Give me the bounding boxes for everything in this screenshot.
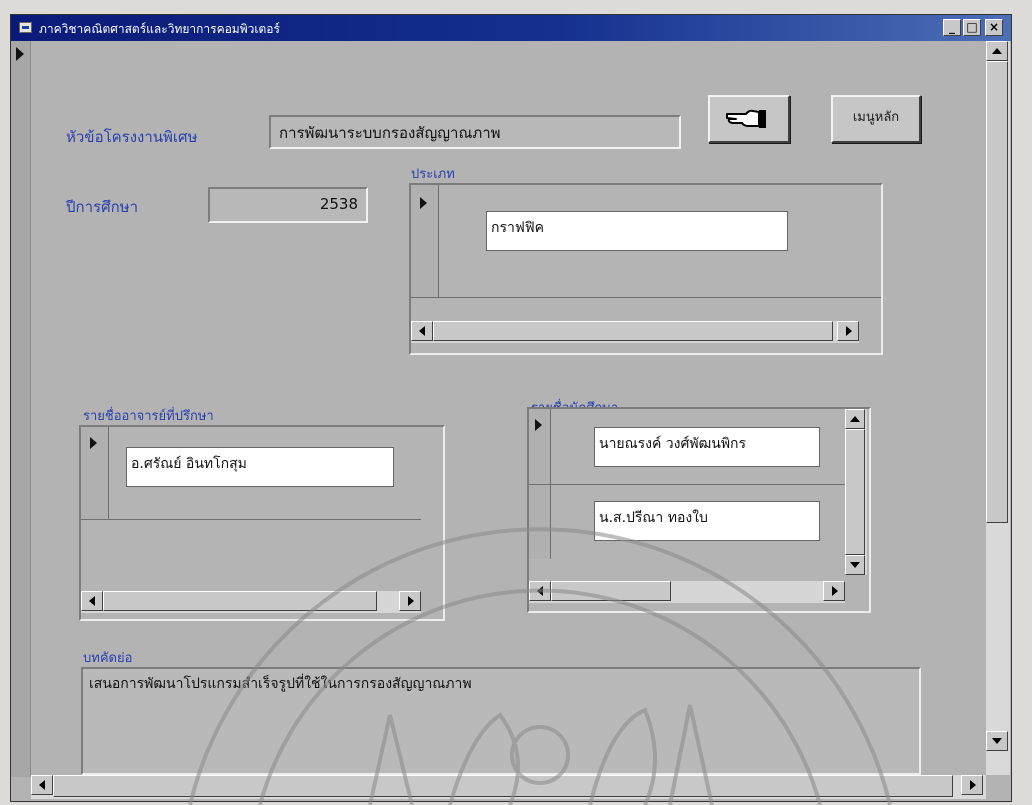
scroll-left-button[interactable] <box>31 775 53 795</box>
category-cell[interactable]: กราฟฟิค <box>486 211 788 251</box>
advisor-subform[interactable]: อ.ศรัณย์ อินทโกสุม <box>79 425 445 621</box>
close-button[interactable]: × <box>985 19 1003 36</box>
form-vscrollbar[interactable] <box>986 41 1010 775</box>
scroll-down-button[interactable] <box>845 555 865 575</box>
scroll-right-button[interactable] <box>837 321 859 341</box>
pointing-hand-icon <box>726 109 766 128</box>
arrow-up-icon <box>850 416 860 422</box>
row-divider <box>529 484 847 485</box>
scroll-thumb[interactable] <box>986 61 1008 523</box>
advisor-label: รายชื่ออาจารย์ที่ปรึกษา <box>83 409 214 424</box>
scroll-right-button[interactable] <box>823 581 845 601</box>
arrow-right-icon <box>832 586 838 596</box>
scroll-thumb[interactable] <box>53 775 953 797</box>
category-subform[interactable]: กราฟฟิค <box>409 183 883 355</box>
advisor-row-selector[interactable] <box>81 427 109 519</box>
row-arrow-icon <box>535 419 542 431</box>
title-bar[interactable]: ภาควิชาคณิตศาสตร์และวิทยาการคอมพิวเตอร์ … <box>11 15 1011 41</box>
scroll-up-button[interactable] <box>845 409 865 429</box>
abstract-label: บทคัดย่อ <box>83 651 133 666</box>
scroll-thumb[interactable] <box>433 321 833 341</box>
category-row-selector[interactable] <box>411 185 439 297</box>
academic-year-label: ปีการศึกษา <box>66 198 138 216</box>
project-title-label: หัวข้อโครงงานพิเศษ <box>66 128 198 146</box>
form-hscrollbar[interactable] <box>31 775 986 799</box>
students-hscrollbar[interactable] <box>529 581 845 603</box>
row-arrow-icon <box>420 197 427 209</box>
scroll-up-button[interactable] <box>986 41 1008 61</box>
academic-year-field[interactable]: 2538 <box>208 187 368 223</box>
scroll-left-button[interactable] <box>411 321 433 341</box>
arrow-right-icon <box>846 326 852 336</box>
arrow-left-icon <box>89 596 95 606</box>
arrow-up-icon <box>992 48 1002 54</box>
arrow-right-icon <box>408 596 414 606</box>
scroll-thumb[interactable] <box>845 429 865 555</box>
scroll-left-button[interactable] <box>81 591 103 611</box>
row-divider <box>81 519 421 520</box>
scroll-left-button[interactable] <box>529 581 551 601</box>
window-title: ภาควิชาคณิตศาสตร์และวิทยาการคอมพิวเตอร์ <box>39 22 280 36</box>
category-hscrollbar[interactable] <box>411 321 859 343</box>
next-record-button[interactable] <box>708 95 790 143</box>
arrow-left-icon <box>39 780 45 790</box>
arrow-down-icon <box>850 562 860 568</box>
record-selector[interactable] <box>11 41 31 777</box>
arrow-right-icon <box>970 780 976 790</box>
main-menu-button[interactable]: เมนูหลัก <box>831 95 921 143</box>
row-arrow-icon <box>90 437 97 449</box>
abstract-field[interactable]: เสนอการพัฒนาโปรแกรมสำเร็จรูปที่ใช้ในการก… <box>81 667 921 775</box>
students-vscrollbar[interactable] <box>845 409 867 575</box>
app-icon <box>19 22 32 33</box>
advisor-cell[interactable]: อ.ศรัณย์ อินทโกสุม <box>126 447 394 487</box>
scroll-down-button[interactable] <box>986 731 1008 751</box>
scroll-thumb[interactable] <box>103 591 377 611</box>
arrow-left-icon <box>537 586 543 596</box>
advisor-hscrollbar[interactable] <box>81 591 421 613</box>
arrow-down-icon <box>992 738 1002 744</box>
arrow-left-icon <box>419 326 425 336</box>
scroll-thumb[interactable] <box>551 581 671 601</box>
scroll-right-button[interactable] <box>961 775 983 795</box>
student-cell-2[interactable]: น.ส.ปรีณา ทองใบ <box>594 501 820 541</box>
category-label: ประเภท <box>411 167 455 182</box>
students-subform[interactable]: นายณรงค์ วงศ์พัฒนพิกร น.ส.ปรีณา ทองใบ <box>527 407 871 613</box>
maximize-button[interactable]: □ <box>963 19 981 36</box>
current-record-arrow-icon <box>16 47 24 61</box>
student-cell-1[interactable]: นายณรงค์ วงศ์พัฒนพิกร <box>594 427 820 467</box>
access-form-window: ภาควิชาคณิตศาสตร์และวิทยาการคอมพิวเตอร์ … <box>10 14 1012 802</box>
row-divider <box>411 297 881 298</box>
minimize-button[interactable]: _ <box>943 19 961 36</box>
project-title-field[interactable]: การพัฒนาระบบกรองสัญญาณภาพ <box>269 115 681 149</box>
scroll-right-button[interactable] <box>399 591 421 611</box>
